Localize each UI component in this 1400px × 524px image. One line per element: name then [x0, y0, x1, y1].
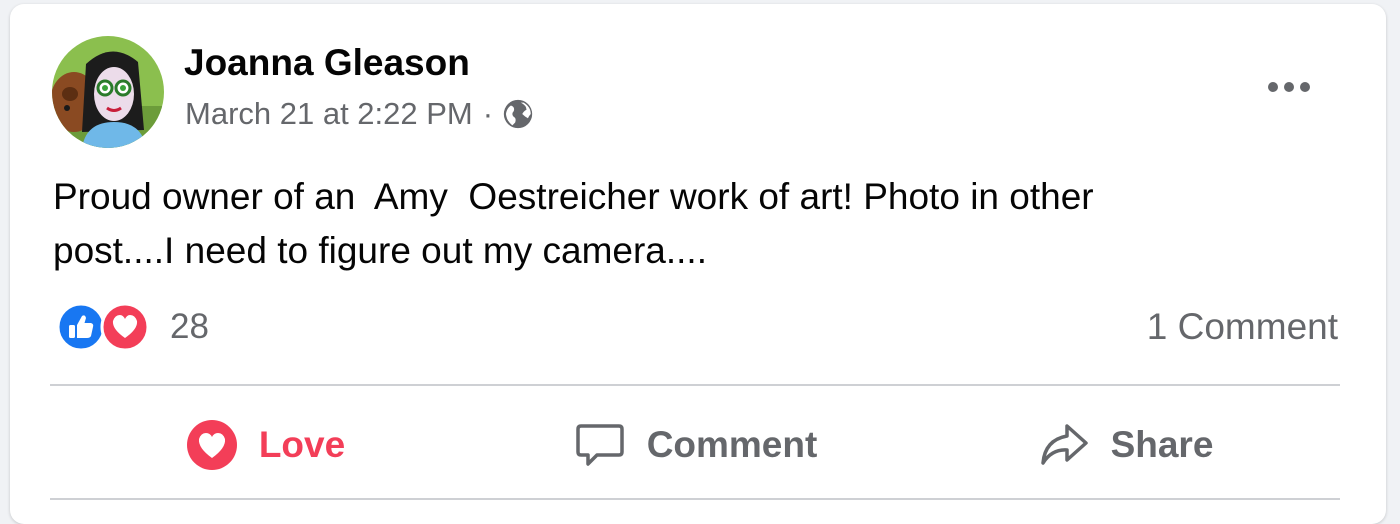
- share-label: Share: [1110, 424, 1214, 465]
- post-timestamp[interactable]: March 21 at 2:22 PM: [185, 96, 473, 132]
- comment-button[interactable]: Comment: [480, 396, 910, 494]
- comment-count-link[interactable]: 1 Comment: [1147, 306, 1338, 348]
- share-icon: [1040, 424, 1088, 465]
- comment-icon: [575, 424, 624, 466]
- more-options-button[interactable]: [1262, 66, 1316, 108]
- comment-label: Comment: [646, 424, 818, 465]
- love-reaction-icon: [100, 302, 150, 352]
- meta-separator: ·: [482, 96, 494, 131]
- post-text: Proud owner of an Amy Oestreicher work o…: [53, 176, 1094, 271]
- avatar[interactable]: [52, 36, 164, 148]
- love-icon: [186, 420, 237, 470]
- share-button[interactable]: Share: [910, 396, 1340, 494]
- author-name[interactable]: Joanna Gleason: [184, 42, 470, 84]
- action-bar: Love Comment Share: [50, 396, 1340, 494]
- love-button[interactable]: Love: [50, 396, 480, 494]
- reaction-count[interactable]: 28: [170, 307, 209, 347]
- globe-icon[interactable]: [501, 97, 535, 131]
- like-reaction-icon: [56, 302, 106, 352]
- more-options-icon: [1268, 82, 1310, 92]
- actions-bottom-divider: [50, 498, 1340, 500]
- post-meta: March 21 at 2:22 PM ·: [185, 96, 535, 132]
- post-card: Joanna Gleason March 21 at 2:22 PM · Pro…: [10, 4, 1386, 524]
- love-label: Love: [258, 424, 346, 465]
- avatar-illustration: [52, 36, 164, 148]
- actions-top-divider: [50, 384, 1340, 386]
- reactions-summary[interactable]: 28: [56, 302, 209, 352]
